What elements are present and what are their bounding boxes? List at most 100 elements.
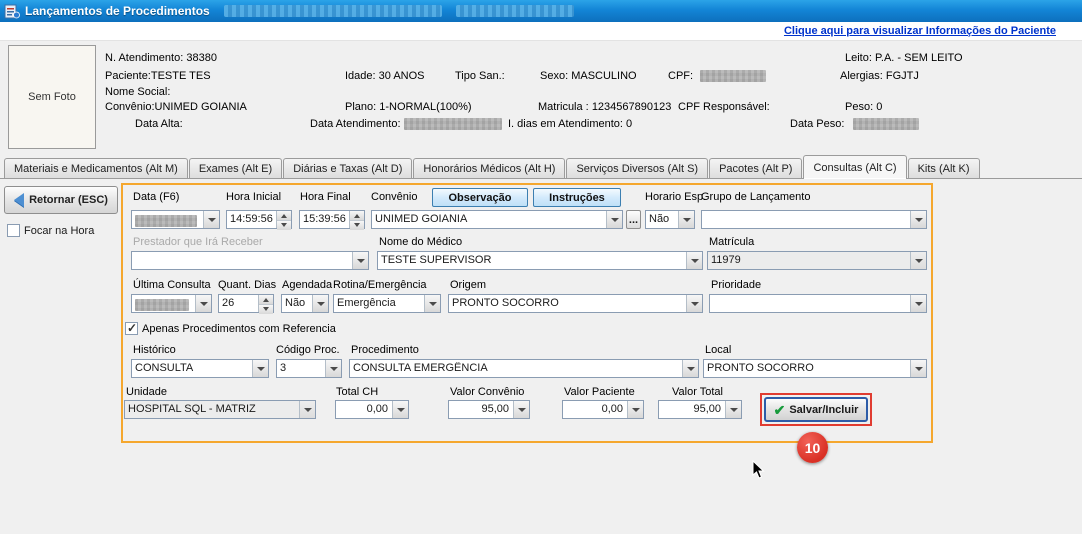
rotina-emergencia-dropdown-icon[interactable] (424, 295, 440, 312)
local-label: Local (705, 344, 731, 356)
prioridade-combo[interactable] (709, 294, 927, 313)
historico-value: CONSULTA (135, 362, 250, 374)
retornar-button[interactable]: Retornar (ESC) (4, 186, 118, 214)
hora-inicial-spinner[interactable]: 14:59:56 (226, 210, 292, 229)
instrucoes-button[interactable]: Instruções (533, 188, 621, 207)
salvar-incluir-button[interactable]: ✔ Salvar/Incluir (764, 397, 868, 422)
local-combo[interactable]: PRONTO SOCORRO (703, 359, 927, 378)
window-title: Lançamentos de Procedimentos (25, 4, 210, 18)
rotina-emergencia-value: Emergência (337, 297, 422, 309)
tab-honorarios-medicos[interactable]: Honorários Médicos (Alt H) (413, 158, 565, 179)
nome-social-label: Nome Social: (105, 86, 170, 98)
total-ch-combo[interactable]: 0,00 (335, 400, 409, 419)
quant-dias-spinner[interactable]: 26 (218, 294, 274, 313)
agendada-combo[interactable]: Não (281, 294, 329, 313)
data-f6-dropdown-icon[interactable] (203, 211, 219, 228)
prestador-dropdown-icon[interactable] (352, 252, 368, 269)
historico-combo[interactable]: CONSULTA (131, 359, 269, 378)
retornar-button-label: Retornar (ESC) (29, 194, 108, 206)
horario-esp-dropdown-icon[interactable] (678, 211, 694, 228)
ultima-consulta-combo[interactable] (131, 294, 212, 313)
leito-field: Leito: P.A. - SEM LEITO (845, 52, 963, 64)
tab-consultas[interactable]: Consultas (Alt C) (803, 155, 906, 179)
tab-servicos-diversos[interactable]: Serviços Diversos (Alt S) (566, 158, 708, 179)
convenio-ellipsis-button[interactable]: ... (626, 210, 641, 229)
patient-photo-placeholder: Sem Foto (8, 45, 96, 149)
grupo-lancamento-dropdown-icon[interactable] (910, 211, 926, 228)
grupo-lancamento-combo[interactable] (701, 210, 927, 229)
cpf-value-redacted (700, 70, 766, 82)
nome-medico-combo[interactable]: TESTE SUPERVISOR (377, 251, 703, 270)
valor-total-dropdown-icon[interactable] (725, 401, 741, 418)
rotina-emergencia-combo[interactable]: Emergência (333, 294, 441, 313)
hora-final-label: Hora Final (300, 191, 351, 203)
valor-paciente-dropdown-icon[interactable] (627, 401, 643, 418)
horario-esp-combo[interactable]: Não (645, 210, 695, 229)
tab-pacotes[interactable]: Pacotes (Alt P) (709, 158, 802, 179)
procedimento-label: Procedimento (351, 344, 419, 356)
total-ch-dropdown-icon[interactable] (392, 401, 408, 418)
sexo-label: Sexo: (540, 70, 568, 82)
convenio-dropdown-icon[interactable] (606, 211, 622, 228)
peso-label: Peso: (845, 101, 873, 113)
focar-na-hora-checkbox[interactable] (7, 224, 20, 237)
spin-down-icon[interactable] (259, 305, 273, 314)
origem-dropdown-icon[interactable] (686, 295, 702, 312)
matricula-label: Matrícula (709, 236, 754, 248)
origem-combo[interactable]: PRONTO SOCORRO (448, 294, 703, 313)
convenio-label: Convênio (371, 191, 417, 203)
observacao-button[interactable]: Observação (432, 188, 528, 207)
patient-info-link[interactable]: Clique aqui para visualizar Informações … (784, 25, 1056, 37)
valor-total-label: Valor Total (672, 386, 723, 398)
plano-value: 1-NORMAL(100%) (379, 101, 471, 113)
spin-up-icon[interactable] (277, 211, 291, 221)
spin-down-icon[interactable] (350, 221, 364, 230)
prestador-combo[interactable] (131, 251, 369, 270)
convenio-combo[interactable]: UNIMED GOIANIA (371, 210, 623, 229)
procedimento-value: CONSULTA EMERGÊNCIA (353, 362, 680, 374)
prioridade-dropdown-icon[interactable] (910, 295, 926, 312)
valor-convenio-dropdown-icon[interactable] (513, 401, 529, 418)
atendimento-field: N. Atendimento: 38380 (105, 52, 217, 64)
cpf-label: CPF: (668, 70, 693, 82)
tab-exames[interactable]: Exames (Alt E) (189, 158, 282, 179)
historico-dropdown-icon[interactable] (252, 360, 268, 377)
total-ch-value: 0,00 (339, 403, 388, 415)
agendada-dropdown-icon[interactable] (312, 295, 328, 312)
codigo-proc-dropdown-icon[interactable] (325, 360, 341, 377)
plano-field: Plano: 1-NORMAL(100%) (345, 101, 472, 113)
ultima-consulta-value (135, 297, 193, 311)
hora-final-spin-buttons (349, 211, 364, 228)
local-dropdown-icon[interactable] (910, 360, 926, 377)
procedimento-dropdown-icon[interactable] (682, 360, 698, 377)
spin-down-icon[interactable] (277, 221, 291, 230)
tab-kits[interactable]: Kits (Alt K) (908, 158, 980, 179)
convenio-value: UNIMED GOIANIA (375, 213, 604, 225)
spin-up-icon[interactable] (259, 295, 273, 305)
tab-diarias-taxas[interactable]: Diárias e Taxas (Alt D) (283, 158, 412, 179)
valor-convenio-combo[interactable]: 95,00 (448, 400, 530, 419)
valor-paciente-value: 0,00 (566, 403, 623, 415)
tipo-san-label: Tipo San.: (455, 70, 505, 82)
spin-up-icon[interactable] (350, 211, 364, 221)
tab-materiais-medicamentos[interactable]: Materiais e Medicamentos (Alt M) (4, 158, 188, 179)
convenio-header-field: Convênio:UNIMED GOIANIA (105, 101, 247, 113)
valor-total-combo[interactable]: 95,00 (658, 400, 742, 419)
title-redacted-text-2 (456, 5, 574, 17)
procedimento-combo[interactable]: CONSULTA EMERGÊNCIA (349, 359, 699, 378)
valor-paciente-combo[interactable]: 0,00 (562, 400, 644, 419)
hora-final-spinner[interactable]: 15:39:56 (299, 210, 365, 229)
data-f6-combo[interactable] (131, 210, 220, 229)
origem-value: PRONTO SOCORRO (452, 297, 684, 309)
quant-dias-spin-buttons (258, 295, 273, 312)
codigo-proc-combo[interactable]: 3 (276, 359, 342, 378)
ultima-consulta-dropdown-icon[interactable] (195, 295, 211, 312)
unidade-value: HOSPITAL SQL - MATRIZ (128, 403, 297, 415)
referencia-checkbox[interactable] (125, 322, 138, 335)
focar-na-hora-label: Focar na Hora (24, 225, 94, 237)
codigo-proc-label: Código Proc. (276, 344, 340, 356)
matricula-value: 11979 (711, 254, 908, 266)
mouse-cursor (752, 460, 766, 483)
nome-medico-dropdown-icon[interactable] (686, 252, 702, 269)
unidade-combo: HOSPITAL SQL - MATRIZ (124, 400, 316, 419)
